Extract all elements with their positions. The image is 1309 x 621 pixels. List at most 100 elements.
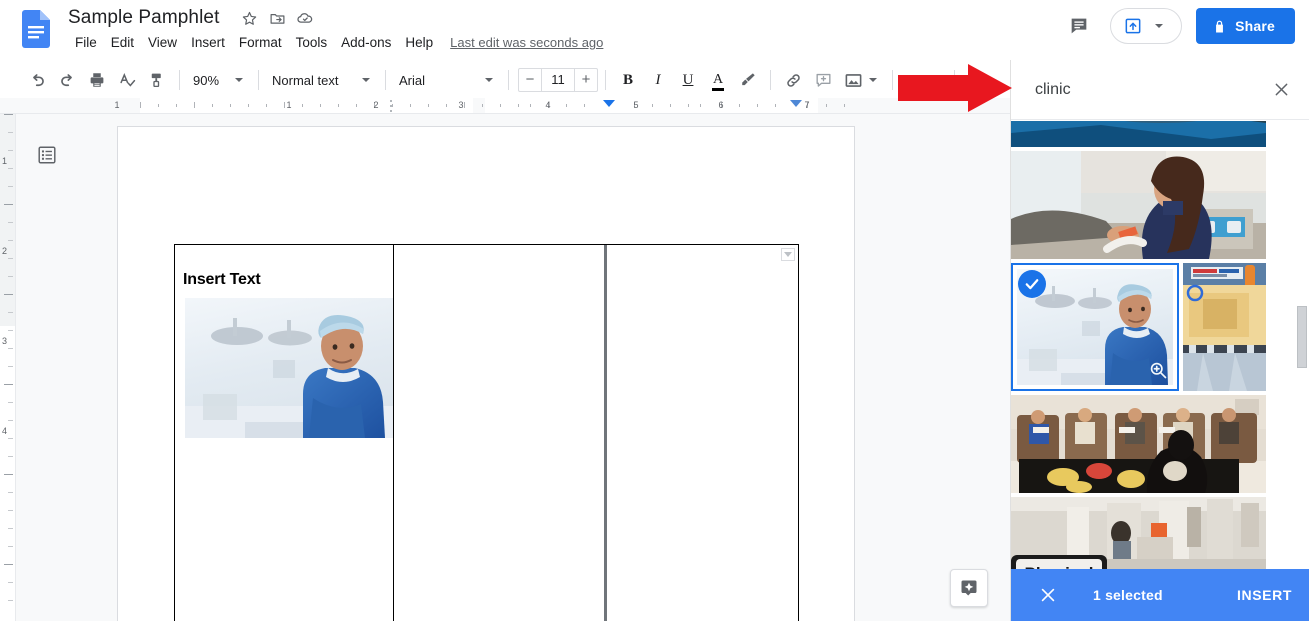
redo-icon[interactable] — [52, 66, 82, 94]
search-input[interactable]: clinic — [1035, 81, 1071, 99]
document-page[interactable]: Insert Text — [118, 127, 854, 621]
table-cell-3[interactable] — [604, 245, 798, 621]
zoom-level-value: 90% — [193, 72, 220, 88]
pamphlet-table[interactable]: Insert Text — [174, 244, 799, 621]
thumbnail-doctor-arms-crossed-selected[interactable] — [1011, 263, 1179, 391]
panel-scrollbar-thumb[interactable] — [1297, 306, 1307, 368]
vruler-number: 4 — [2, 426, 8, 436]
vruler-number: 1 — [2, 156, 8, 166]
paragraph-style-dropdown[interactable]: Normal text — [266, 66, 378, 94]
underline-button[interactable]: U — [673, 66, 703, 94]
move-to-folder-icon[interactable] — [265, 6, 289, 30]
table-cell-1[interactable]: Insert Text — [175, 245, 394, 621]
header-actions: Share — [1062, 8, 1295, 44]
app-header: Sample Pamphlet File Edit View Insert Fo… — [0, 0, 1309, 60]
print-icon[interactable] — [82, 66, 112, 94]
vruler-number: 3 — [2, 336, 8, 346]
lock-icon — [1216, 20, 1224, 32]
menu-help[interactable]: Help — [398, 32, 440, 53]
ruler-page-area — [140, 98, 473, 113]
insert-button[interactable]: INSERT — [1237, 587, 1292, 603]
toolbar-divider — [508, 70, 509, 90]
right-indent-marker[interactable] — [790, 100, 802, 107]
search-results-grid[interactable]: Physical — [1011, 121, 1309, 569]
vertical-ruler[interactable]: 1 2 3 4 — [0, 114, 16, 621]
title-row: Sample Pamphlet — [64, 4, 317, 32]
thumbnail-group-therapy-waiting-room[interactable] — [1011, 395, 1266, 493]
font-size-stepper[interactable]: − 11 + — [518, 68, 598, 92]
thumbnail-physical-therapy-hallway[interactable]: Physical — [1011, 497, 1266, 569]
ruler-number: 2 — [373, 100, 379, 110]
selected-check-icon — [1018, 270, 1046, 298]
menu-view[interactable]: View — [141, 32, 184, 53]
menu-add-ons[interactable]: Add-ons — [334, 32, 398, 53]
star-icon[interactable] — [237, 6, 261, 30]
insert-image-dropdown[interactable] — [838, 66, 885, 94]
toolbar-divider — [892, 70, 893, 90]
share-button[interactable]: Share — [1196, 8, 1295, 44]
insert-link-icon[interactable] — [778, 66, 808, 94]
menu-bar: File Edit View Insert Format Tools Add-o… — [68, 32, 603, 53]
undo-icon[interactable] — [22, 66, 52, 94]
add-comment-icon[interactable] — [808, 66, 838, 94]
bold-button[interactable]: B — [613, 66, 643, 94]
font-size-decrease-button[interactable]: − — [519, 69, 541, 91]
results-scroll-content: Physical — [1011, 121, 1294, 569]
document-title[interactable]: Sample Pamphlet — [64, 5, 223, 31]
thumbnail-dental-hygienist-clinic[interactable] — [1011, 151, 1266, 259]
document-outline-icon[interactable] — [32, 140, 62, 170]
chevron-down-icon — [362, 78, 370, 82]
table-options-icon[interactable] — [781, 248, 795, 261]
last-edit-status[interactable]: Last edit was seconds ago — [450, 35, 603, 50]
vruler-number: 2 — [2, 246, 8, 256]
close-selection-icon[interactable] — [1035, 582, 1061, 608]
font-family-dropdown[interactable]: Arial — [393, 66, 501, 94]
chevron-down-icon — [235, 78, 243, 82]
panel-scrollbar[interactable] — [1295, 121, 1309, 569]
text-color-button[interactable]: A — [703, 66, 733, 94]
chevron-down-icon — [931, 78, 939, 82]
close-icon[interactable] — [1268, 77, 1294, 103]
align-dropdown[interactable] — [900, 66, 947, 94]
more-options-icon[interactable]: ••• — [962, 66, 992, 94]
panel-search-row: clinic — [1011, 60, 1309, 120]
toolbar-divider — [770, 70, 771, 90]
thumbnail-clinic-lobby-entrance[interactable] — [1183, 263, 1266, 391]
thumbnail-surgeon-operating-room-crop[interactable] — [1011, 121, 1266, 147]
spellcheck-icon[interactable] — [112, 66, 142, 94]
ruler-margin-grip[interactable] — [388, 100, 393, 112]
font-size-increase-button[interactable]: + — [575, 69, 597, 91]
cloud-saved-icon[interactable] — [293, 6, 317, 30]
inserted-image-doctor[interactable] — [185, 298, 393, 438]
present-button[interactable] — [1110, 8, 1183, 44]
toolbar-divider — [954, 70, 955, 90]
share-button-label: Share — [1235, 18, 1275, 34]
left-indent-marker[interactable] — [603, 100, 615, 107]
paint-format-icon[interactable] — [142, 66, 172, 94]
comment-history-icon[interactable] — [1062, 9, 1096, 43]
present-caret-icon — [1155, 24, 1164, 28]
toolbar-divider — [605, 70, 606, 90]
chevron-down-icon — [485, 78, 493, 82]
menu-insert[interactable]: Insert — [184, 32, 232, 53]
results-row — [1011, 395, 1294, 493]
menu-tools[interactable]: Tools — [289, 32, 335, 53]
font-size-value[interactable]: 11 — [541, 69, 575, 91]
zoom-dropdown[interactable]: 90% — [187, 66, 251, 94]
google-docs-logo-icon[interactable] — [22, 10, 50, 48]
horizontal-ruler[interactable]: 1 1 2 3 4 5 6 7 — [0, 98, 1010, 114]
menu-edit[interactable]: Edit — [104, 32, 141, 53]
menu-format[interactable]: Format — [232, 32, 289, 53]
insert-image-icon — [845, 73, 862, 87]
document-canvas[interactable]: Insert Text — [16, 114, 1010, 621]
table-cell-2[interactable] — [394, 245, 605, 621]
highlight-color-icon[interactable] — [733, 66, 763, 94]
ruler-number: 7 — [804, 100, 810, 110]
text-color-label: A — [711, 72, 725, 91]
results-row: Physical — [1011, 497, 1294, 569]
italic-button[interactable]: I — [643, 66, 673, 94]
menu-file[interactable]: File — [68, 32, 104, 53]
explore-button[interactable] — [950, 569, 988, 607]
cell-heading-text[interactable]: Insert Text — [183, 271, 261, 289]
magnify-preview-icon[interactable] — [1147, 359, 1169, 381]
